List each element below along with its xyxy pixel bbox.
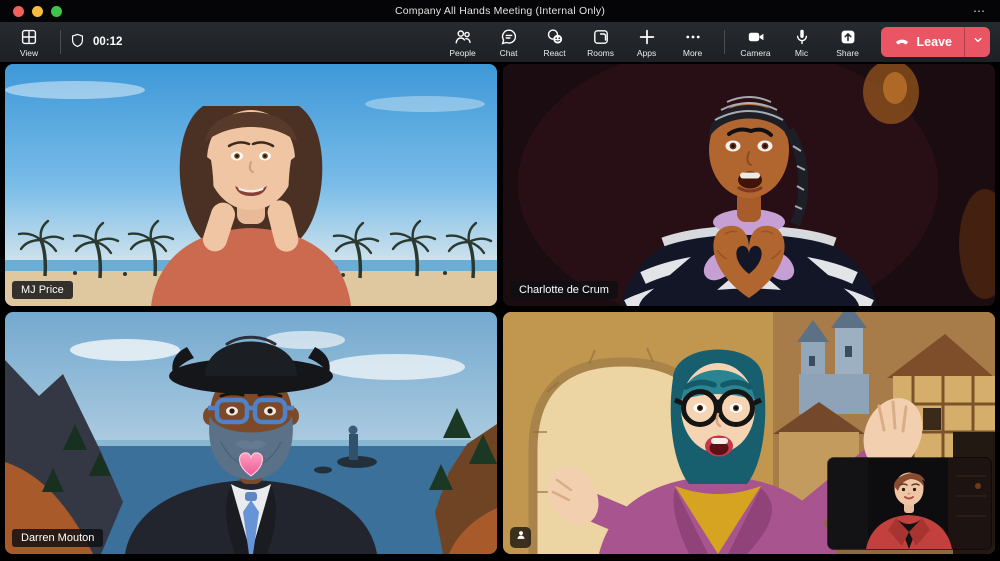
video-tile-charlotte-de-crum[interactable]: Charlotte de Crum [503,64,995,306]
share-button[interactable]: Share [825,23,871,61]
chevron-down-icon [971,33,985,52]
shield-icon [69,32,86,52]
traffic-lights [13,5,62,17]
mic-label: Mic [794,47,809,58]
window-title: Company All Hands Meeting (Internal Only… [394,5,606,17]
participant-name-label: MJ Price [12,281,73,299]
view-label: View [19,47,39,58]
more-ellipsis-icon [683,27,703,47]
people-button[interactable]: People [440,23,486,61]
share-icon [838,27,858,47]
apps-label: Apps [636,47,657,58]
avatar-badge-icon [514,528,528,547]
video-grid: MJ Price Charlotte de Crum Darren Mouton [5,64,995,556]
apps-plus-icon [637,27,657,47]
rooms-button[interactable]: Rooms [578,23,624,61]
people-icon [453,27,473,47]
mic-icon [792,27,812,47]
video-tile-darren-mouton[interactable]: Darren Mouton [5,312,497,554]
participant-name-label: Darren Mouton [12,529,104,547]
camera-button[interactable]: Camera [733,23,779,61]
participant-name-label: Charlotte de Crum [510,281,618,299]
zoom-button[interactable] [51,5,62,17]
more-button[interactable]: More [670,23,716,61]
toolbar-divider [60,30,61,54]
titlebar: Company All Hands Meeting (Internal Only… [0,0,1000,22]
titlebar-more-icon[interactable]: ⋯ [973,5,986,17]
rooms-label: Rooms [587,47,615,58]
avatar-scene-coast [5,312,497,554]
video-tile-mj-price[interactable]: MJ Price [5,64,497,306]
react-button[interactable]: React [532,23,578,61]
meeting-timer: 00:12 [69,32,122,52]
rooms-icon [591,27,611,47]
camera-label: Camera [740,47,771,58]
minimize-button[interactable] [32,5,43,17]
toolbar-divider [723,30,725,54]
view-grid-icon [19,27,39,47]
hangup-phone-icon [893,32,911,53]
chat-icon [499,27,519,47]
close-button[interactable] [13,5,24,17]
self-view-avatar [828,458,991,549]
avatar-scene-beach [5,64,497,306]
camera-icon [746,27,766,47]
leave-label: Leave [916,35,952,49]
leave-button[interactable]: Leave [880,27,990,57]
timer-value: 00:12 [93,36,123,48]
video-tile-presenter[interactable] [503,312,995,554]
toolbar-right: People Chat React Rooms Apps More Camera… [440,23,990,61]
react-icon [545,27,565,47]
avatar-scene-dark-room [503,64,995,306]
chat-label: Chat [499,47,518,58]
apps-button[interactable]: Apps [624,23,670,61]
react-label: React [543,47,566,58]
leave-options-chevron[interactable] [964,27,990,57]
meeting-toolbar: View 00:12 People Chat React Rooms Apps … [0,22,1000,63]
chat-button[interactable]: Chat [486,23,532,61]
people-label: People [449,47,476,58]
share-label: Share [836,47,859,58]
avatar-status-badge [510,527,531,548]
mic-button[interactable]: Mic [779,23,825,61]
leave-main[interactable]: Leave [881,27,964,57]
more-label: More [682,47,703,58]
meeting-window: Company All Hands Meeting (Internal Only… [0,0,1000,561]
view-button[interactable]: View [6,23,52,61]
self-view-pip[interactable] [828,458,991,549]
